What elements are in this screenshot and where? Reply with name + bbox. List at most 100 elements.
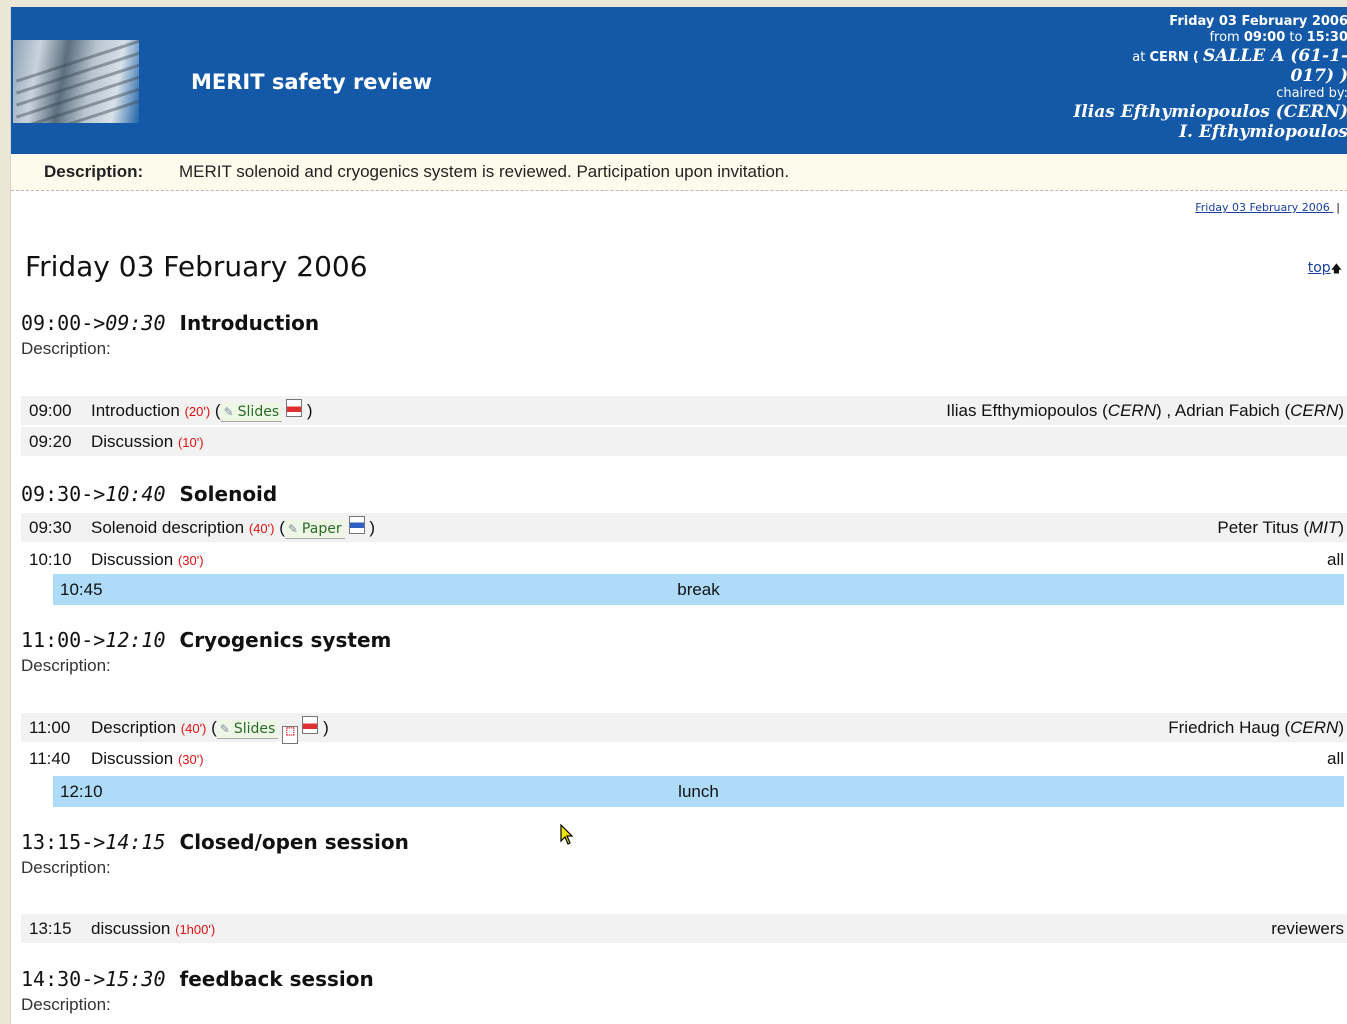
room-open-paren: (: [1192, 50, 1199, 65]
session-end: 12:10: [105, 628, 166, 652]
item-title[interactable]: Discussion: [91, 749, 173, 768]
up-arrow-icon: 🡅: [1330, 262, 1342, 275]
item-duration: (40'): [248, 521, 275, 536]
ppt-file-icon[interactable]: [302, 716, 319, 734]
agenda-item-row: 11:00 Description (40') (✎ Slides ⬚ ) Frie…: [21, 713, 1347, 744]
item-speakers: Ilias Efthymiopoulos (CERN) , Adrian Fab…: [946, 401, 1344, 420]
material-label[interactable]: Slides: [238, 404, 279, 420]
break-label: lunch: [678, 782, 719, 801]
agenda-item-row: 13:15 discussion (1h00') reviewers: [21, 914, 1347, 943]
item-speakers: Friedrich Haug (CERN): [1168, 718, 1344, 737]
slides-link[interactable]: ✎ Slides: [220, 403, 283, 422]
item-duration: (20'): [184, 404, 211, 419]
session-description-label: Description:: [21, 858, 111, 877]
item-title[interactable]: Discussion: [91, 550, 173, 569]
item-duration: (30'): [177, 752, 204, 767]
item-time: 11:00: [29, 718, 71, 737]
agenda-item-row: 09:00 Introduction (20') (✎ Slides ) Ilia…: [21, 396, 1347, 425]
speaker-affiliation: CERN: [1107, 401, 1156, 420]
item-time: 09:30: [29, 518, 72, 537]
item-title[interactable]: Introduction: [91, 401, 180, 420]
item-time: 09:20: [29, 432, 72, 451]
session-description-label: Description:: [21, 656, 111, 675]
session-description-label: Description:: [21, 339, 111, 358]
nav-separator: |: [1336, 201, 1340, 214]
top-link-label[interactable]: top: [1308, 260, 1331, 276]
slides-link[interactable]: ✎ Slides: [216, 720, 279, 739]
speaker-affiliation: MIT: [1309, 518, 1339, 537]
item-title[interactable]: Description: [91, 718, 176, 737]
description-label: Description:: [44, 162, 144, 181]
session-title: Solenoid: [179, 482, 278, 506]
session-title: feedback session: [179, 967, 374, 991]
event-title: MERIT safety review: [191, 70, 433, 94]
event-header: MERIT safety review Friday 03 February 2…: [11, 7, 1347, 154]
pdf-file-icon[interactable]: ⬚: [282, 726, 299, 744]
agenda-item-row: 09:30 Solenoid description (40') (✎ Paper…: [21, 513, 1347, 542]
session-start: 13:15->: [21, 830, 106, 854]
session-end: 10:40: [105, 482, 166, 506]
item-duration: (30'): [177, 553, 204, 568]
chairperson-short: I. Efthymiopoulos: [1179, 122, 1347, 142]
item-time: 11:40: [29, 749, 71, 768]
from-label: from: [1209, 30, 1240, 45]
session-title: Closed/open session: [179, 830, 409, 854]
break-label: break: [677, 580, 720, 599]
session-end: 15:30: [105, 967, 166, 991]
mouse-pointer-icon: [560, 824, 574, 845]
day-link[interactable]: Friday 03 February 2006: [1195, 201, 1330, 214]
top-link[interactable]: top🡅: [1308, 260, 1342, 279]
item-title[interactable]: discussion: [91, 919, 170, 938]
lunch-row: lunch 12:10: [53, 776, 1344, 807]
event-room-cont: 017) ): [1290, 66, 1347, 86]
event-start: 09:00: [1243, 30, 1286, 45]
session-title: Introduction: [179, 311, 320, 335]
event-room: SALLE A (61-1-: [1203, 46, 1347, 66]
description-text: MERIT solenoid and cryogenics system is …: [179, 162, 790, 181]
item-time: 13:15: [29, 919, 72, 938]
break-row: break 10:45: [53, 574, 1344, 605]
session-end: 14:15: [105, 830, 166, 854]
session-header: 11:00->12:10 Cryogenics system: [21, 628, 391, 652]
item-title[interactable]: Solenoid description: [91, 518, 244, 537]
speaker-name: Adrian Fabich: [1174, 401, 1280, 420]
session-description-label: Description:: [21, 995, 111, 1014]
session-start: 09:30->: [21, 482, 106, 506]
event-date: Friday 03 February 2006: [1169, 14, 1347, 29]
item-title-group: Solenoid description (40') (✎ Paper ): [91, 513, 375, 543]
event-info: Friday 03 February 2006 from 09:00 to 15…: [1018, 14, 1347, 142]
item-time: 10:10: [29, 550, 72, 569]
material-label[interactable]: Slides: [234, 721, 275, 737]
item-title[interactable]: Discussion: [91, 432, 173, 451]
speaker-affiliation: CERN: [1290, 401, 1339, 420]
session-header: 13:15->14:15 Closed/open session: [21, 830, 409, 854]
item-duration: (40'): [180, 721, 207, 736]
pencil-icon: ✎: [219, 722, 230, 736]
material-close-paren: ): [306, 401, 313, 420]
agenda-item-row: 10:10 Discussion (30') all: [21, 545, 1347, 574]
item-time: 09:00: [29, 401, 72, 420]
word-file-icon[interactable]: [348, 516, 365, 534]
item-duration: (1h00'): [175, 922, 216, 937]
material-label[interactable]: Paper: [302, 521, 342, 537]
date-nav: Friday 03 February 2006 |: [1195, 201, 1340, 214]
break-time: 12:10: [60, 782, 103, 801]
paper-link[interactable]: ✎ Paper: [284, 520, 345, 539]
event-institution: CERN: [1149, 50, 1189, 65]
description-bar: Description: MERIT solenoid and cryogeni…: [11, 154, 1347, 191]
item-speakers: all: [1326, 749, 1344, 768]
session-header: 09:30->10:40 Solenoid: [21, 482, 277, 506]
chairperson[interactable]: Ilias Efthymiopoulos (CERN): [1018, 102, 1347, 122]
agenda-item-row: 09:20 Discussion (10'): [21, 427, 1347, 456]
session-start: 11:00->: [21, 628, 106, 652]
ppt-file-icon[interactable]: [286, 399, 303, 417]
session-start: 14:30->: [21, 967, 106, 991]
event-end: 15:30: [1306, 30, 1347, 45]
at-label: at: [1132, 50, 1146, 65]
item-title-group: Description (40') (✎ Slides ⬚ ): [91, 713, 329, 744]
item-speakers: reviewers: [1271, 919, 1344, 938]
agenda-item-row: 11:40 Discussion (30') all: [21, 744, 1347, 773]
speaker-name: Friedrich Haug: [1168, 718, 1280, 737]
material-close-paren: ): [369, 518, 375, 537]
speaker-affiliation: CERN: [1290, 718, 1339, 737]
